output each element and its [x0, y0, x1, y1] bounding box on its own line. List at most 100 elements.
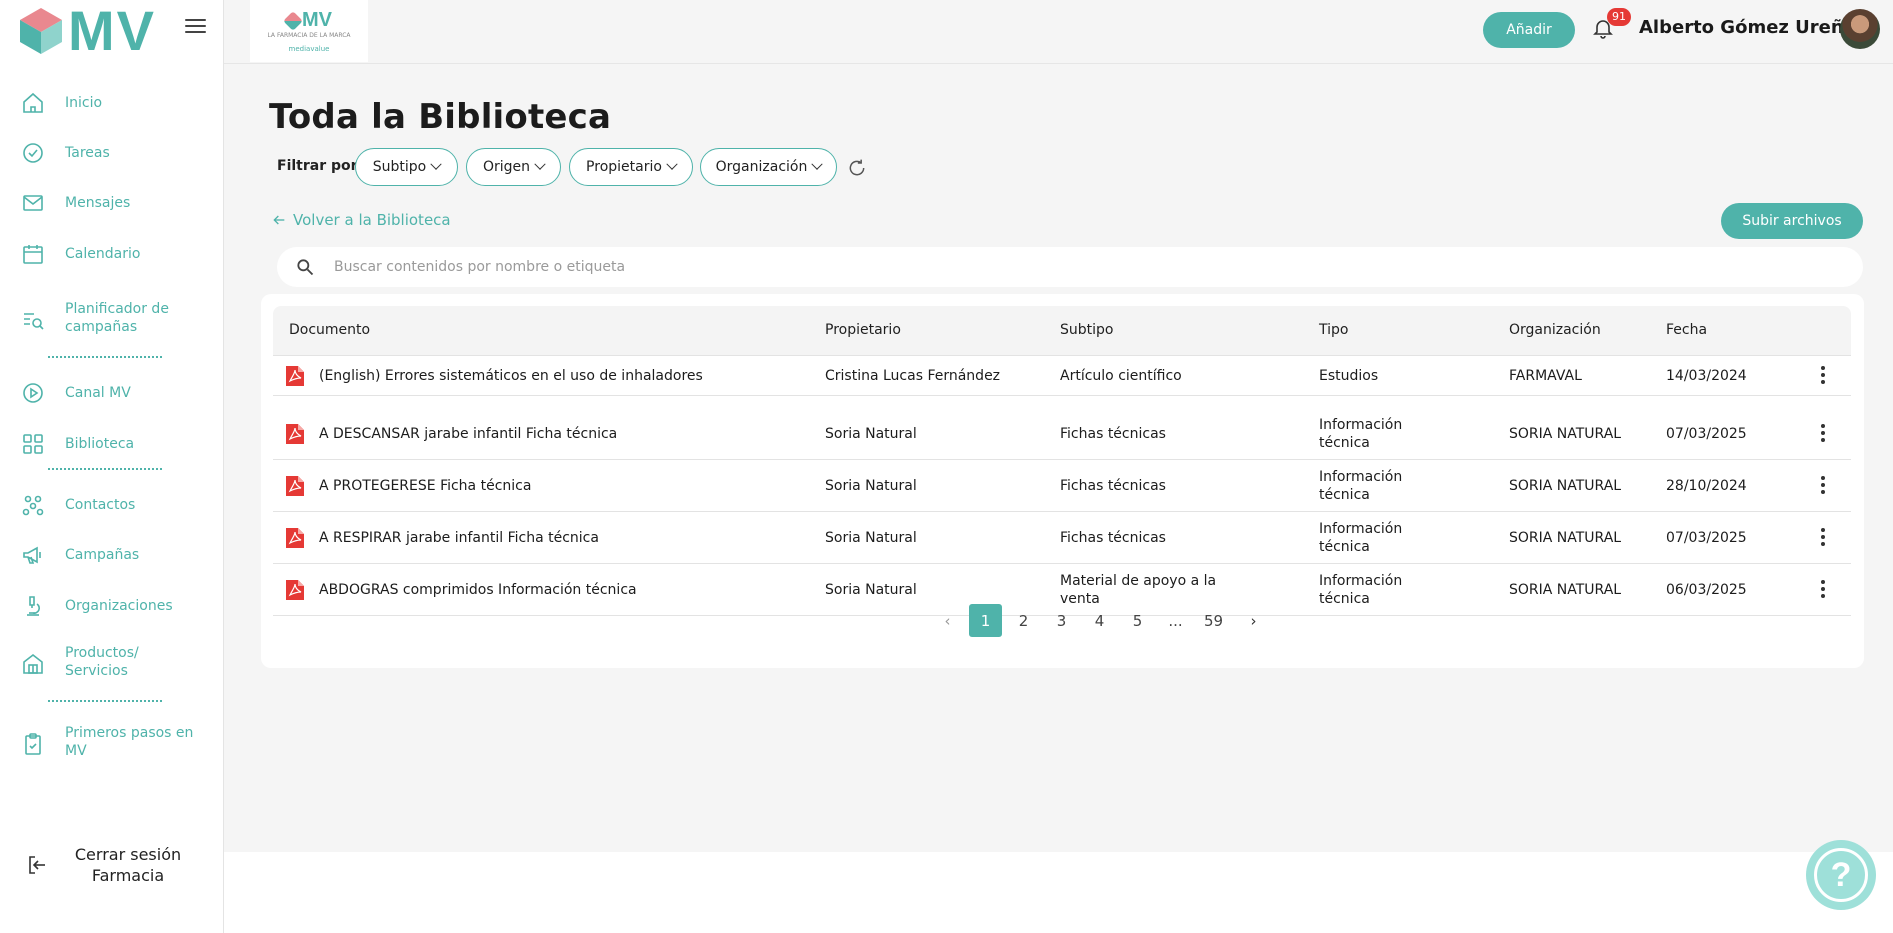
filter-organizacion[interactable]: Organización	[700, 148, 837, 186]
table-row[interactable]: A DESCANSAR jarabe infantil Ficha técnic…	[273, 408, 1851, 460]
search-input[interactable]	[334, 255, 1834, 279]
logout-icon	[29, 856, 45, 874]
grid-icon	[23, 434, 43, 454]
sidebar-item-canal-mv[interactable]: Canal MV	[0, 378, 224, 408]
cell-subtipo: Material de apoyo a la venta	[1060, 573, 1217, 607]
page-title: Toda la Biblioteca	[269, 97, 612, 137]
chevron-down-icon	[666, 158, 678, 170]
cell-fecha: 14/03/2024	[1666, 368, 1747, 384]
table-row[interactable]: A RESPIRAR jarabe infantil Ficha técnica…	[273, 512, 1851, 564]
mail-icon	[23, 195, 43, 211]
sidebar-item-productos[interactable]: Productos/ Servicios	[0, 642, 224, 682]
column-header-subtipo[interactable]: Subtipo	[1060, 322, 1113, 338]
app-logo[interactable]: MV	[18, 0, 156, 62]
page-button[interactable]: 5	[1121, 604, 1154, 637]
page-button[interactable]: 1	[969, 604, 1002, 637]
documents-table: Documento Propietario Subtipo Tipo Organ…	[261, 294, 1864, 668]
avatar[interactable]	[1840, 9, 1880, 49]
user-name[interactable]: Alberto Gómez Ureña	[1639, 17, 1856, 38]
page-ellipsis: ...	[1168, 611, 1183, 630]
sidebar-item-planificador[interactable]: Planificador de campañas	[0, 298, 224, 338]
column-header-organizacion[interactable]: Organización	[1509, 322, 1601, 338]
planner-icon	[24, 313, 44, 330]
page-button[interactable]: 3	[1045, 604, 1078, 637]
filter-origen[interactable]: Origen	[466, 148, 561, 186]
filter-chip-label: Propietario	[586, 159, 662, 175]
pdf-icon	[286, 528, 304, 548]
more-options-icon[interactable]	[1820, 424, 1826, 444]
sidebar-item-contactos[interactable]: Contactos	[0, 490, 224, 520]
sidebar-item-label: Productos/ Servicios	[65, 645, 139, 679]
more-options-icon[interactable]	[1820, 476, 1826, 496]
contacts-icon	[22, 495, 44, 516]
pagination: ‹ 1 2 3 4 5 ... 59 ›	[261, 604, 1864, 638]
page-button[interactable]: 59	[1197, 604, 1230, 637]
back-label: Volver a la Biblioteca	[293, 211, 451, 229]
sidebar-item-biblioteca[interactable]: Biblioteca	[0, 429, 224, 459]
check-circle-icon	[23, 143, 43, 163]
sidebar-item-organizaciones[interactable]: Organizaciones	[0, 591, 224, 621]
cell-tipo: Información técnica	[1319, 469, 1403, 503]
cell-documento[interactable]: A PROTEGERESE Ficha técnica	[319, 477, 839, 495]
sidebar-item-label: Inicio	[65, 95, 103, 111]
logout-button[interactable]: Cerrar sesión Farmacia	[0, 840, 224, 890]
more-options-icon[interactable]	[1820, 528, 1826, 548]
megaphone-icon	[23, 546, 41, 564]
sidebar-divider	[48, 356, 162, 358]
column-header-documento[interactable]: Documento	[289, 322, 370, 338]
filter-propietario[interactable]: Propietario	[569, 148, 693, 186]
more-options-icon[interactable]	[1820, 580, 1826, 600]
cell-subtipo: Fichas técnicas	[1060, 478, 1166, 494]
column-header-propietario[interactable]: Propietario	[825, 322, 901, 338]
page-button[interactable]: 2	[1007, 604, 1040, 637]
logo-text: MV	[68, 0, 156, 62]
home-icon	[23, 92, 43, 113]
sidebar-divider	[48, 468, 162, 470]
table-row[interactable]: (English) Errores sistemáticos en el uso…	[273, 356, 1851, 396]
more-options-icon[interactable]	[1820, 366, 1826, 386]
prev-page-icon[interactable]: ‹	[931, 604, 964, 637]
filter-subtipo[interactable]: Subtipo	[355, 148, 458, 186]
cell-subtipo: Fichas técnicas	[1060, 426, 1166, 442]
cell-organizacion: SORIA NATURAL	[1509, 530, 1622, 546]
cell-documento[interactable]: A DESCANSAR jarabe infantil Ficha técnic…	[319, 425, 839, 443]
back-to-library-link[interactable]: Volver a la Biblioteca	[271, 211, 451, 229]
cell-subtipo: Fichas técnicas	[1060, 530, 1166, 546]
sidebar-divider	[48, 700, 162, 702]
sidebar-item-primeros-pasos[interactable]: Primeros pasos en MV	[0, 722, 224, 762]
column-header-tipo[interactable]: Tipo	[1319, 322, 1348, 338]
sidebar-item-mensajes[interactable]: Mensajes	[0, 188, 224, 218]
organization-logo[interactable]: MV LA FARMACIA DE LA MARCA mediavalue	[250, 0, 368, 62]
add-button[interactable]: Añadir	[1483, 12, 1575, 48]
reset-filters-icon[interactable]	[847, 158, 867, 178]
sidebar-item-inicio[interactable]: Inicio	[0, 88, 224, 118]
cell-propietario: Soria Natural	[825, 426, 917, 442]
help-button[interactable]: ?	[1806, 840, 1876, 910]
table-header: Documento Propietario Subtipo Tipo Organ…	[273, 306, 1851, 356]
menu-toggle-icon[interactable]	[185, 19, 206, 35]
table-row[interactable]: A PROTEGERESE Ficha técnica Soria Natural…	[273, 460, 1851, 512]
top-bar: MV LA FARMACIA DE LA MARCA mediavalue Añ…	[224, 0, 1893, 64]
cell-tipo: Estudios	[1319, 368, 1379, 384]
column-header-fecha[interactable]: Fecha	[1666, 322, 1707, 338]
upload-files-button[interactable]: Subir archivos	[1721, 203, 1863, 239]
sidebar-item-calendario[interactable]: Calendario	[0, 239, 224, 269]
next-page-icon[interactable]: ›	[1237, 604, 1270, 637]
sidebar-item-campanas[interactable]: Campañas	[0, 540, 224, 570]
page-button[interactable]: 4	[1083, 604, 1116, 637]
pdf-icon	[286, 580, 304, 600]
cell-organizacion: FARMAVAL	[1509, 368, 1582, 384]
cell-documento[interactable]: (English) Errores sistemáticos en el uso…	[319, 367, 839, 385]
cell-documento[interactable]: ABDOGRAS comprimidos Información técnica	[319, 581, 839, 599]
sidebar-item-label: Tareas	[65, 145, 110, 161]
cell-documento[interactable]: A RESPIRAR jarabe infantil Ficha técnica	[319, 529, 839, 547]
cell-propietario: Soria Natural	[825, 478, 917, 494]
sidebar-item-label: Calendario	[65, 246, 141, 262]
sidebar-item-tareas[interactable]: Tareas	[0, 138, 224, 168]
microscope-icon	[27, 596, 40, 616]
cell-tipo: Información técnica	[1319, 573, 1403, 607]
org-logo-subtext: LA FARMACIA DE LA MARCA	[267, 32, 351, 39]
chevron-down-icon	[430, 158, 442, 170]
search-bar	[277, 247, 1863, 287]
filter-chip-label: Organización	[715, 159, 808, 175]
